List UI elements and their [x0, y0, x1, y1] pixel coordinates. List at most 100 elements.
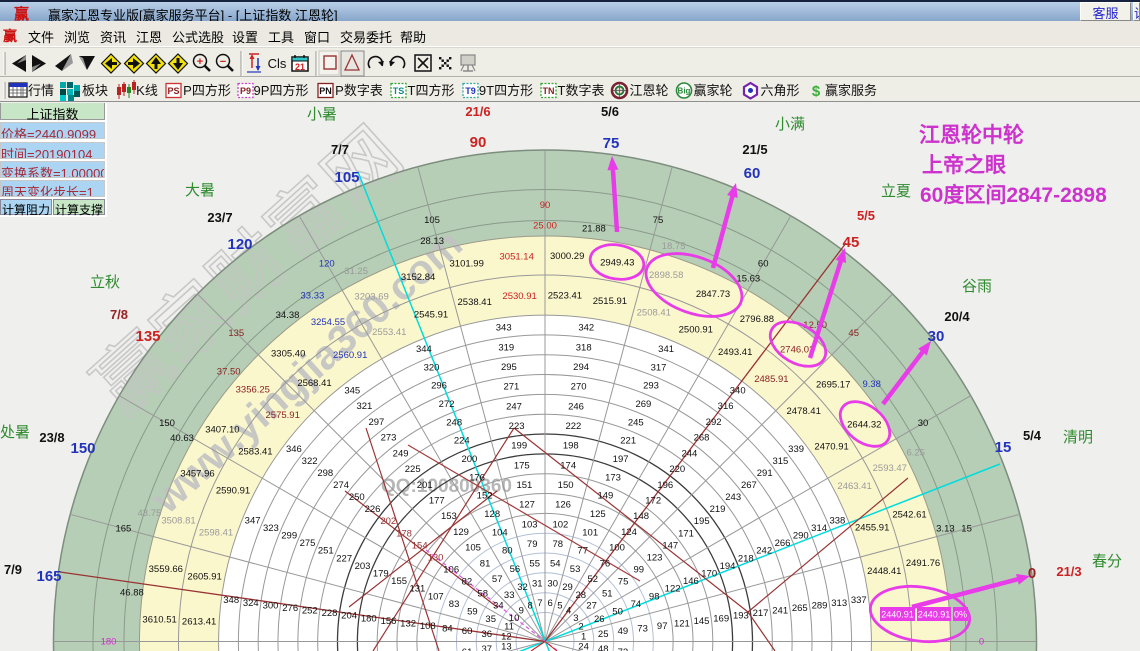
svg-text:2440.91: 2440.91	[918, 610, 951, 620]
svg-text:219: 219	[710, 504, 726, 515]
svg-text:289: 289	[812, 600, 828, 611]
svg-text:PN: PN	[319, 86, 332, 96]
svg-text:赢家轮: 赢家轮	[693, 83, 732, 98]
svg-text:132: 132	[400, 619, 416, 630]
svg-text:25.00: 25.00	[533, 221, 557, 232]
svg-text:203: 203	[355, 561, 371, 572]
svg-text:178: 178	[396, 528, 412, 539]
svg-text:3610.51: 3610.51	[142, 614, 176, 625]
svg-text:291: 291	[757, 468, 773, 479]
svg-text:244: 244	[681, 448, 697, 459]
svg-text:31.25: 31.25	[344, 266, 368, 277]
svg-text:51: 51	[602, 589, 613, 600]
svg-text:P数字表: P数字表	[335, 83, 383, 98]
svg-text:348: 348	[223, 595, 239, 606]
svg-text:34: 34	[493, 601, 504, 612]
svg-text:43.75: 43.75	[138, 508, 162, 519]
svg-text:198: 198	[563, 441, 579, 452]
svg-text:105: 105	[465, 543, 481, 554]
svg-text:2515.91: 2515.91	[593, 296, 627, 307]
svg-text:7/8: 7/8	[110, 307, 128, 322]
svg-text:18.75: 18.75	[662, 241, 686, 252]
svg-text:75: 75	[653, 215, 664, 226]
svg-text:150: 150	[159, 418, 175, 429]
svg-text:55: 55	[529, 559, 540, 570]
svg-text:98: 98	[649, 591, 660, 602]
svg-text:61: 61	[462, 647, 473, 651]
svg-text:28: 28	[576, 590, 587, 601]
svg-text:9P四方形: 9P四方形	[254, 83, 309, 98]
svg-text:274: 274	[333, 480, 349, 491]
svg-text:127: 127	[519, 500, 535, 511]
svg-text:0: 0	[979, 637, 984, 648]
svg-text:345: 345	[344, 385, 360, 396]
svg-text:343: 343	[496, 323, 512, 334]
svg-text:296: 296	[431, 381, 447, 392]
svg-text:2523.41: 2523.41	[548, 291, 582, 302]
svg-text:2560.91: 2560.91	[333, 350, 367, 361]
svg-text:199: 199	[511, 441, 527, 452]
svg-text:35: 35	[485, 614, 496, 625]
svg-text:5/4: 5/4	[1023, 428, 1042, 443]
svg-text:2493.41: 2493.41	[718, 347, 752, 358]
svg-text:上帝之眼: 上帝之眼	[922, 153, 1006, 177]
svg-text:228: 228	[322, 608, 338, 619]
svg-text:7: 7	[537, 598, 542, 609]
svg-text:37: 37	[482, 644, 493, 651]
svg-text:204: 204	[341, 611, 357, 622]
svg-text:269: 269	[635, 399, 651, 410]
svg-text:220: 220	[669, 464, 685, 475]
svg-text:P9: P9	[240, 86, 251, 96]
svg-text:3101.99: 3101.99	[450, 259, 484, 270]
svg-text:57: 57	[492, 574, 503, 585]
svg-text:104: 104	[492, 527, 508, 538]
svg-text:34.38: 34.38	[276, 310, 300, 321]
svg-text:273: 273	[381, 433, 397, 444]
svg-text:−: −	[220, 56, 226, 68]
svg-text:江恩轮中轮: 江恩轮中轮	[919, 123, 1024, 147]
svg-text:129: 129	[453, 527, 469, 538]
svg-text:77: 77	[577, 546, 588, 557]
svg-text:9: 9	[519, 606, 524, 617]
svg-text:193: 193	[733, 611, 749, 622]
svg-text:223: 223	[509, 421, 525, 432]
svg-text:Big: Big	[678, 87, 691, 96]
svg-text:9T四方形: 9T四方形	[479, 83, 533, 98]
svg-text:195: 195	[694, 516, 710, 527]
svg-text:江恩轮: 江恩轮	[629, 83, 668, 98]
svg-text:123: 123	[647, 553, 663, 564]
svg-text:128: 128	[484, 509, 500, 520]
svg-text:293: 293	[643, 381, 659, 392]
svg-text:150: 150	[70, 440, 95, 457]
svg-text:103: 103	[522, 519, 538, 530]
svg-text:175: 175	[514, 460, 530, 471]
svg-text:2545.91: 2545.91	[414, 309, 448, 320]
svg-text:5: 5	[557, 601, 562, 612]
svg-text:250: 250	[349, 492, 365, 503]
svg-text:126: 126	[555, 500, 571, 511]
svg-text:202: 202	[380, 516, 396, 527]
svg-text:3203.69: 3203.69	[354, 292, 388, 303]
svg-text:165: 165	[36, 568, 61, 585]
svg-text:318: 318	[576, 342, 592, 353]
svg-text:341: 341	[658, 344, 674, 355]
svg-text:7/9: 7/9	[4, 562, 22, 577]
svg-text:197: 197	[613, 454, 629, 465]
svg-text:21/3: 21/3	[1056, 564, 1081, 579]
svg-text:2796.88: 2796.88	[740, 314, 774, 325]
svg-text:108: 108	[420, 621, 436, 632]
svg-text:322: 322	[302, 456, 318, 467]
svg-text:60: 60	[744, 165, 761, 182]
svg-text:146: 146	[683, 576, 699, 587]
svg-text:241: 241	[772, 606, 788, 617]
svg-text:135: 135	[135, 328, 160, 345]
svg-text:149: 149	[597, 491, 613, 502]
svg-text:121: 121	[674, 619, 690, 630]
svg-text:246: 246	[568, 401, 584, 412]
svg-text:224: 224	[454, 436, 470, 447]
svg-text:81: 81	[480, 558, 491, 569]
svg-text:4: 4	[566, 606, 571, 617]
svg-text:25: 25	[598, 629, 609, 640]
svg-text:222: 222	[565, 421, 581, 432]
svg-text:45: 45	[843, 234, 860, 251]
